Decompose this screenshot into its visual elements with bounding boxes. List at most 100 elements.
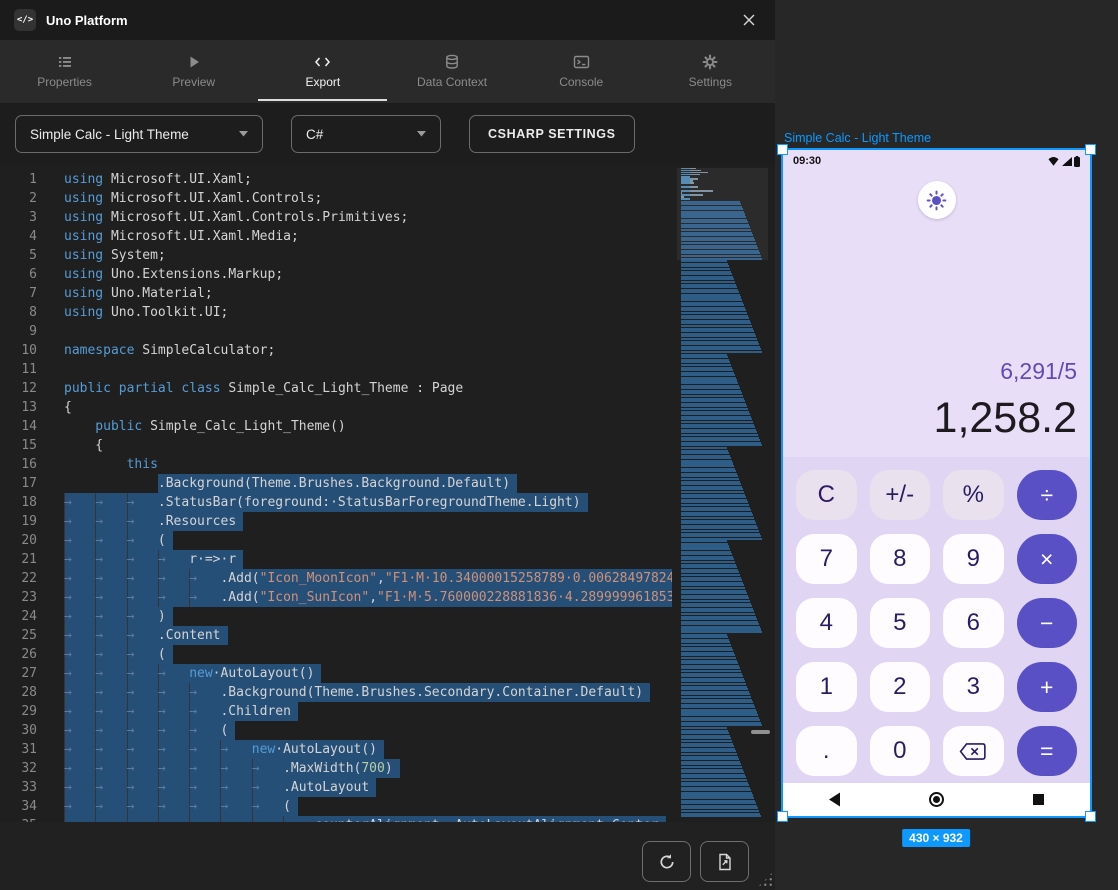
calc-key-backspace[interactable] [943,726,1004,776]
status-time: 09:30 [793,155,821,167]
android-navbar [783,783,1090,816]
phone-frame[interactable]: 09:30 6,291/5 1,258.2 C +/-% ÷ 78 [781,148,1092,818]
tab-preview[interactable]: Preview [129,40,258,103]
frame-size-badge: 430 × 932 [902,829,970,847]
calc-key-7[interactable]: 7 [796,534,857,584]
code-lines[interactable]: 1using Microsoft.UI.Xaml;2using Microsof… [0,170,672,822]
phone-statusbar: 09:30 [783,150,1090,172]
calc-key-%[interactable]: % [943,470,1004,520]
code-line: 29.Children [0,702,672,721]
tab-export[interactable]: Export [258,40,387,103]
calc-key-9[interactable]: 9 [943,534,1004,584]
calc-key-−[interactable]: − [1017,598,1078,648]
tab-settings[interactable]: Settings [646,40,775,103]
code-line: 33.AutoLayout [0,778,672,797]
calc-key-3[interactable]: 3 [943,662,1004,712]
frame-selection-label[interactable]: Simple Calc - Light Theme [784,131,931,145]
calc-keypad: C +/-% ÷ 789 × 456− 123 +. 0 = [783,457,1090,783]
code-line: 28.Background(Theme.Brushes.Secondary.Co… [0,683,672,702]
cell-signal-icon [1062,157,1072,166]
code-line: 6using Uno.Extensions.Markup; [0,265,672,284]
calc-key-4[interactable]: 4 [796,598,857,648]
refresh-icon [658,853,676,871]
tab-label: Data Context [417,75,487,89]
chevron-down-icon [417,131,426,137]
nav-home-icon [929,792,944,807]
refresh-button[interactable] [642,841,691,882]
scrollbar-thumb[interactable] [751,730,770,734]
calc-key-8[interactable]: 8 [870,534,931,584]
wifi-icon [1048,157,1059,166]
code-editor[interactable]: 1using Microsoft.UI.Xaml;2using Microsof… [0,165,775,822]
calc-key-2[interactable]: 2 [870,662,931,712]
line-number: 9 [0,322,37,341]
selection-handle-bottom-right[interactable] [1085,811,1096,822]
calc-key-+/-[interactable]: +/- [870,470,931,520]
language-select-value: C# [306,127,323,142]
line-number: 10 [0,341,37,360]
figma-canvas[interactable]: Simple Calc - Light Theme 09:30 [775,0,1118,890]
minimap-bars [681,168,762,817]
code-line: 23.Add("Icon_SunIcon","F1·M·5.7600002288… [0,588,672,607]
tab-label: Settings [689,75,732,89]
selection-handle-top-right[interactable] [1085,144,1096,155]
export-file-button[interactable] [700,841,749,882]
code-line: 34( [0,797,672,816]
line-number: 1 [0,170,37,189]
file-export-icon [716,853,734,871]
line-number: 7 [0,284,37,303]
close-icon[interactable] [737,8,761,32]
code-line: 25.Content [0,626,672,645]
calc-expression: 6,291/5 [934,358,1077,385]
calc-key-=[interactable]: = [1017,726,1078,776]
theme-toggle-button[interactable] [918,181,956,219]
tab-properties[interactable]: Properties [0,40,129,103]
selection-handle-bottom-left[interactable] [777,811,788,822]
tab-label: Export [306,75,341,89]
language-select[interactable]: C# [291,115,441,153]
gear-icon [702,54,718,70]
calc-key-1[interactable]: 1 [796,662,857,712]
nav-overview-icon [1033,794,1044,805]
line-number: 21 [0,550,37,569]
export-toolbar: Simple Calc - Light Theme C# CSHARP SETT… [0,103,775,165]
plugin-panel: </> Uno Platform Properties Preview Expo… [0,0,775,890]
code-line: 12public partial class Simple_Calc_Light… [0,379,672,398]
line-number: 29 [0,702,37,721]
line-number: 19 [0,512,37,531]
code-line: 20( [0,531,672,550]
line-number: 20 [0,531,37,550]
line-number: 5 [0,246,37,265]
calc-key-×[interactable]: × [1017,534,1078,584]
calc-key-5[interactable]: 5 [870,598,931,648]
code-line: 9 [0,322,672,341]
calc-key-.[interactable]: . [796,726,857,776]
minimap[interactable] [681,168,762,822]
line-number: 6 [0,265,37,284]
theme-select[interactable]: Simple Calc - Light Theme [15,115,263,153]
line-number: 18 [0,493,37,512]
calc-key-÷[interactable]: ÷ [1017,470,1078,520]
calc-key-+[interactable]: + [1017,662,1078,712]
code-brackets-icon [314,54,331,70]
csharp-settings-button[interactable]: CSHARP SETTINGS [469,115,635,153]
resize-grip[interactable] [757,871,774,888]
titlebar: </> Uno Platform [0,0,775,40]
calc-result: 1,258.2 [934,394,1077,443]
calc-key-C[interactable]: C [796,470,857,520]
code-line: 31new·AutoLayout() [0,740,672,759]
selection-handle-top-left[interactable] [777,144,788,155]
code-line: 32.MaxWidth(700) [0,759,672,778]
calc-key-6[interactable]: 6 [943,598,1004,648]
calc-key-0[interactable]: 0 [870,726,931,776]
properties-icon [57,54,73,70]
code-line: 24) [0,607,672,626]
tab-data-context[interactable]: Data Context [387,40,516,103]
line-number: 31 [0,740,37,759]
code-line: 27new·AutoLayout() [0,664,672,683]
line-number: 33 [0,778,37,797]
line-number: 22 [0,569,37,588]
tab-console[interactable]: Console [517,40,646,103]
sun-icon [926,190,947,211]
nav-back-icon [828,792,841,807]
